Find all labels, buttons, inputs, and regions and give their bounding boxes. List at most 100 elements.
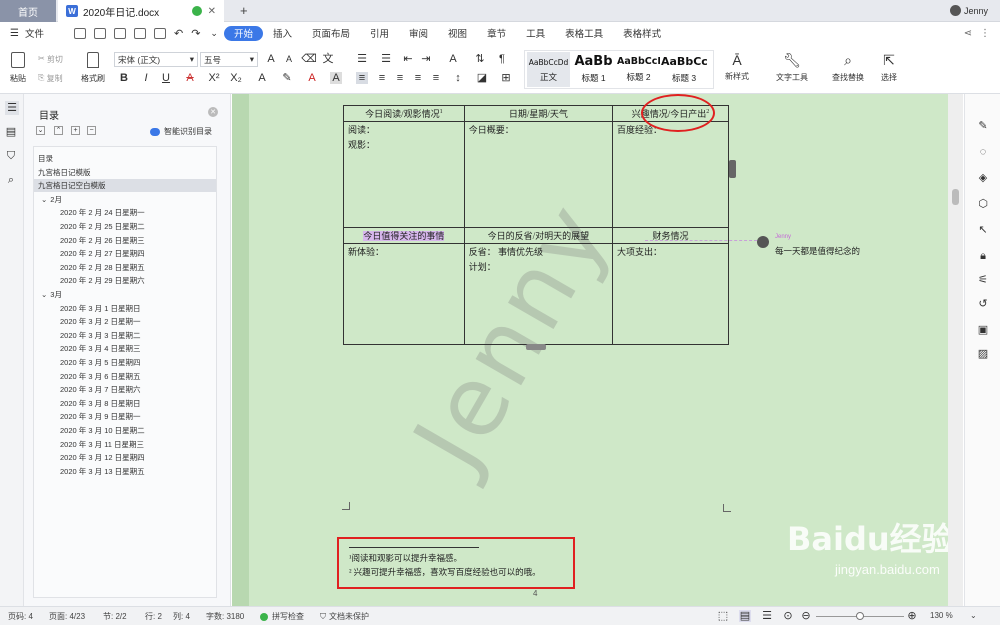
toc-item[interactable]: 2020 年 2 月 29 日星期六 bbox=[34, 274, 216, 287]
lock-icon[interactable]: 🔒︎ bbox=[977, 250, 989, 262]
page-icon[interactable]: ▤ bbox=[5, 126, 17, 138]
line-spacing-icon[interactable]: ↕ bbox=[452, 72, 464, 84]
status-word-count[interactable]: 字数: 3180 bbox=[206, 611, 244, 622]
toc-item[interactable]: 2020 年 3 月 6 日星期五 bbox=[34, 370, 216, 383]
menu-references[interactable]: 引用 bbox=[360, 22, 399, 44]
menu-table-style[interactable]: 表格样式 bbox=[613, 22, 671, 44]
table-cell[interactable]: 今日值得关注的事情 bbox=[343, 227, 465, 244]
table-cell[interactable]: 今日阅读/观影情况1 bbox=[343, 105, 465, 122]
new-style-button[interactable]: Ā 新样式 bbox=[722, 52, 752, 82]
toc-item[interactable]: 2020 年 2 月 24 日星期一 bbox=[34, 206, 216, 219]
toc-item[interactable]: 2020 年 3 月 5 日星期四 bbox=[34, 356, 216, 369]
style-normal[interactable]: AaBbCcDd 正文 bbox=[527, 52, 570, 87]
font-size-select[interactable]: 五号 ▾ bbox=[200, 52, 258, 67]
toc-item[interactable]: 2020 年 3 月 9 日星期一 bbox=[34, 410, 216, 423]
smart-toc-button[interactable]: 智能识别目录 bbox=[150, 126, 212, 137]
folder-icon[interactable] bbox=[73, 27, 86, 39]
style-heading-1[interactable]: AaBb 标题 1 bbox=[572, 52, 615, 87]
zoom-dropdown-icon[interactable]: ⌄ bbox=[970, 611, 977, 620]
toc-item[interactable]: 2020 年 2 月 26 日星期三 bbox=[34, 234, 216, 247]
open-icon[interactable] bbox=[93, 27, 106, 39]
highlight-icon[interactable]: ✎ bbox=[281, 72, 293, 84]
search-icon[interactable]: ⌕ bbox=[5, 174, 17, 186]
borders-icon[interactable]: ⊞ bbox=[500, 72, 512, 84]
menu-section[interactable]: 章节 bbox=[477, 22, 516, 44]
menu-tools[interactable]: 工具 bbox=[516, 22, 555, 44]
spell-check-button[interactable]: 拼写检查 bbox=[260, 611, 304, 622]
toc-item[interactable]: 2020 年 2 月 27 日星期四 bbox=[34, 247, 216, 260]
table-cell[interactable]: 财务情况 bbox=[611, 227, 730, 244]
redo-icon[interactable]: ↷ bbox=[191, 27, 200, 40]
menu-table-tools[interactable]: 表格工具 bbox=[555, 22, 613, 44]
zoom-slider[interactable] bbox=[816, 612, 904, 620]
tab-home[interactable]: 首页 bbox=[0, 0, 56, 22]
zoom-in-icon[interactable]: ⊕ bbox=[906, 610, 918, 622]
pinyin-icon[interactable]: 文 bbox=[322, 53, 334, 65]
toc-item[interactable]: 2020 年 3 月 2 日星期一 bbox=[34, 315, 216, 328]
outline-view-icon[interactable]: ☰ bbox=[761, 610, 773, 622]
menu-review[interactable]: 审阅 bbox=[399, 22, 438, 44]
print-icon[interactable] bbox=[133, 27, 146, 39]
chevron-down-icon[interactable]: ⌄ bbox=[41, 195, 47, 204]
menu-file[interactable]: 文件 bbox=[19, 22, 54, 44]
bullets-icon[interactable]: ☰ bbox=[356, 53, 368, 65]
shapes-icon[interactable]: ◌ bbox=[977, 146, 989, 158]
fit-icon[interactable]: ⬚ bbox=[717, 610, 729, 622]
expand-all-icon[interactable]: ⌃ bbox=[54, 126, 63, 135]
style-heading-3[interactable]: AaBbCc 标题 3 bbox=[661, 52, 707, 87]
new-tab-button[interactable]: + bbox=[240, 3, 248, 18]
undo-icon[interactable]: ↶ bbox=[174, 27, 183, 40]
text-box-icon[interactable]: ▣ bbox=[977, 324, 989, 336]
page-view-icon[interactable]: ▤ bbox=[739, 610, 751, 622]
sort-icon[interactable]: ⇅ bbox=[474, 53, 486, 65]
clear-format-icon[interactable]: ⌫ bbox=[301, 53, 317, 65]
indent-icon[interactable]: ⇥ bbox=[420, 53, 432, 65]
toc-item[interactable]: 2020 年 3 月 10 日星期二 bbox=[34, 424, 216, 437]
menu-home[interactable]: 开始 bbox=[223, 25, 263, 41]
add-row-handle[interactable] bbox=[526, 344, 546, 350]
toc-item[interactable]: ⌄ 3月 bbox=[34, 288, 216, 301]
table-cell[interactable]: 今日概要： bbox=[463, 121, 613, 228]
history-icon[interactable]: ↺ bbox=[977, 298, 989, 310]
select-button[interactable]: ⇱ 选择 bbox=[876, 52, 902, 83]
toc-item[interactable]: 2020 年 2 月 25 日星期二 bbox=[34, 220, 216, 233]
style-heading-2[interactable]: AaBbCcI 标题 2 bbox=[617, 52, 660, 87]
more-options-icon[interactable]: ⋮ bbox=[980, 28, 990, 39]
zoom-level[interactable]: 130 % bbox=[930, 611, 953, 620]
table-cell[interactable]: 新体验： bbox=[343, 243, 465, 345]
table-cell[interactable]: 百度经验： bbox=[611, 121, 730, 228]
find-replace-button[interactable]: ⌕ 查找替换 bbox=[826, 52, 870, 83]
bookmark-icon[interactable]: ⛉ bbox=[5, 150, 17, 162]
vertical-scrollbar[interactable] bbox=[948, 94, 963, 606]
bold-icon[interactable]: B bbox=[118, 72, 130, 84]
align-left-icon[interactable]: ≡ bbox=[356, 72, 368, 84]
status-pages[interactable]: 页面: 4/23 bbox=[49, 611, 85, 622]
zoom-out-icon[interactable]: ⊖ bbox=[800, 610, 812, 622]
edit-icon[interactable]: ✎ bbox=[977, 120, 989, 132]
toc-item[interactable]: 目录 bbox=[34, 152, 216, 165]
strikethrough-icon[interactable]: A bbox=[184, 72, 196, 84]
font-color-icon[interactable]: A bbox=[306, 72, 318, 84]
toc-item[interactable]: 九宫格日记模版 bbox=[34, 166, 216, 179]
tab-document[interactable]: W 2020年日记.docx ✕ bbox=[58, 0, 224, 22]
menu-view[interactable]: 视图 bbox=[438, 22, 477, 44]
toc-item[interactable]: 2020 年 3 月 4 日星期三 bbox=[34, 342, 216, 355]
menu-page-layout[interactable]: 页面布局 bbox=[302, 22, 360, 44]
toc-item[interactable]: ⌄ 2月 bbox=[34, 193, 216, 206]
share-icon[interactable]: ⋖ bbox=[964, 28, 972, 39]
chinese-layout-icon[interactable]: A bbox=[447, 53, 459, 65]
text-effect-icon[interactable]: A bbox=[256, 72, 268, 84]
copy-button[interactable]: ⎘ 复制 bbox=[38, 73, 63, 84]
comment[interactable]: Jenny 每一天都是值得纪念的 bbox=[751, 234, 901, 268]
web-view-icon[interactable]: ⊙ bbox=[782, 610, 794, 622]
align-right-icon[interactable]: ≡ bbox=[394, 72, 406, 84]
zoom-slider-thumb[interactable] bbox=[856, 612, 864, 620]
cut-button[interactable]: ✂ 剪切 bbox=[38, 54, 63, 65]
paste-button[interactable]: 粘贴 bbox=[6, 52, 30, 84]
save-icon[interactable] bbox=[113, 27, 126, 39]
char-shading-icon[interactable]: A bbox=[330, 72, 342, 84]
protection-button[interactable]: ⛉ 文档未保护 bbox=[320, 611, 369, 622]
layers-icon[interactable]: ◈ bbox=[977, 172, 989, 184]
table-cell[interactable]: 反省： 事情优先级 计划： bbox=[463, 243, 613, 345]
shading-icon[interactable]: ◪ bbox=[476, 72, 488, 84]
